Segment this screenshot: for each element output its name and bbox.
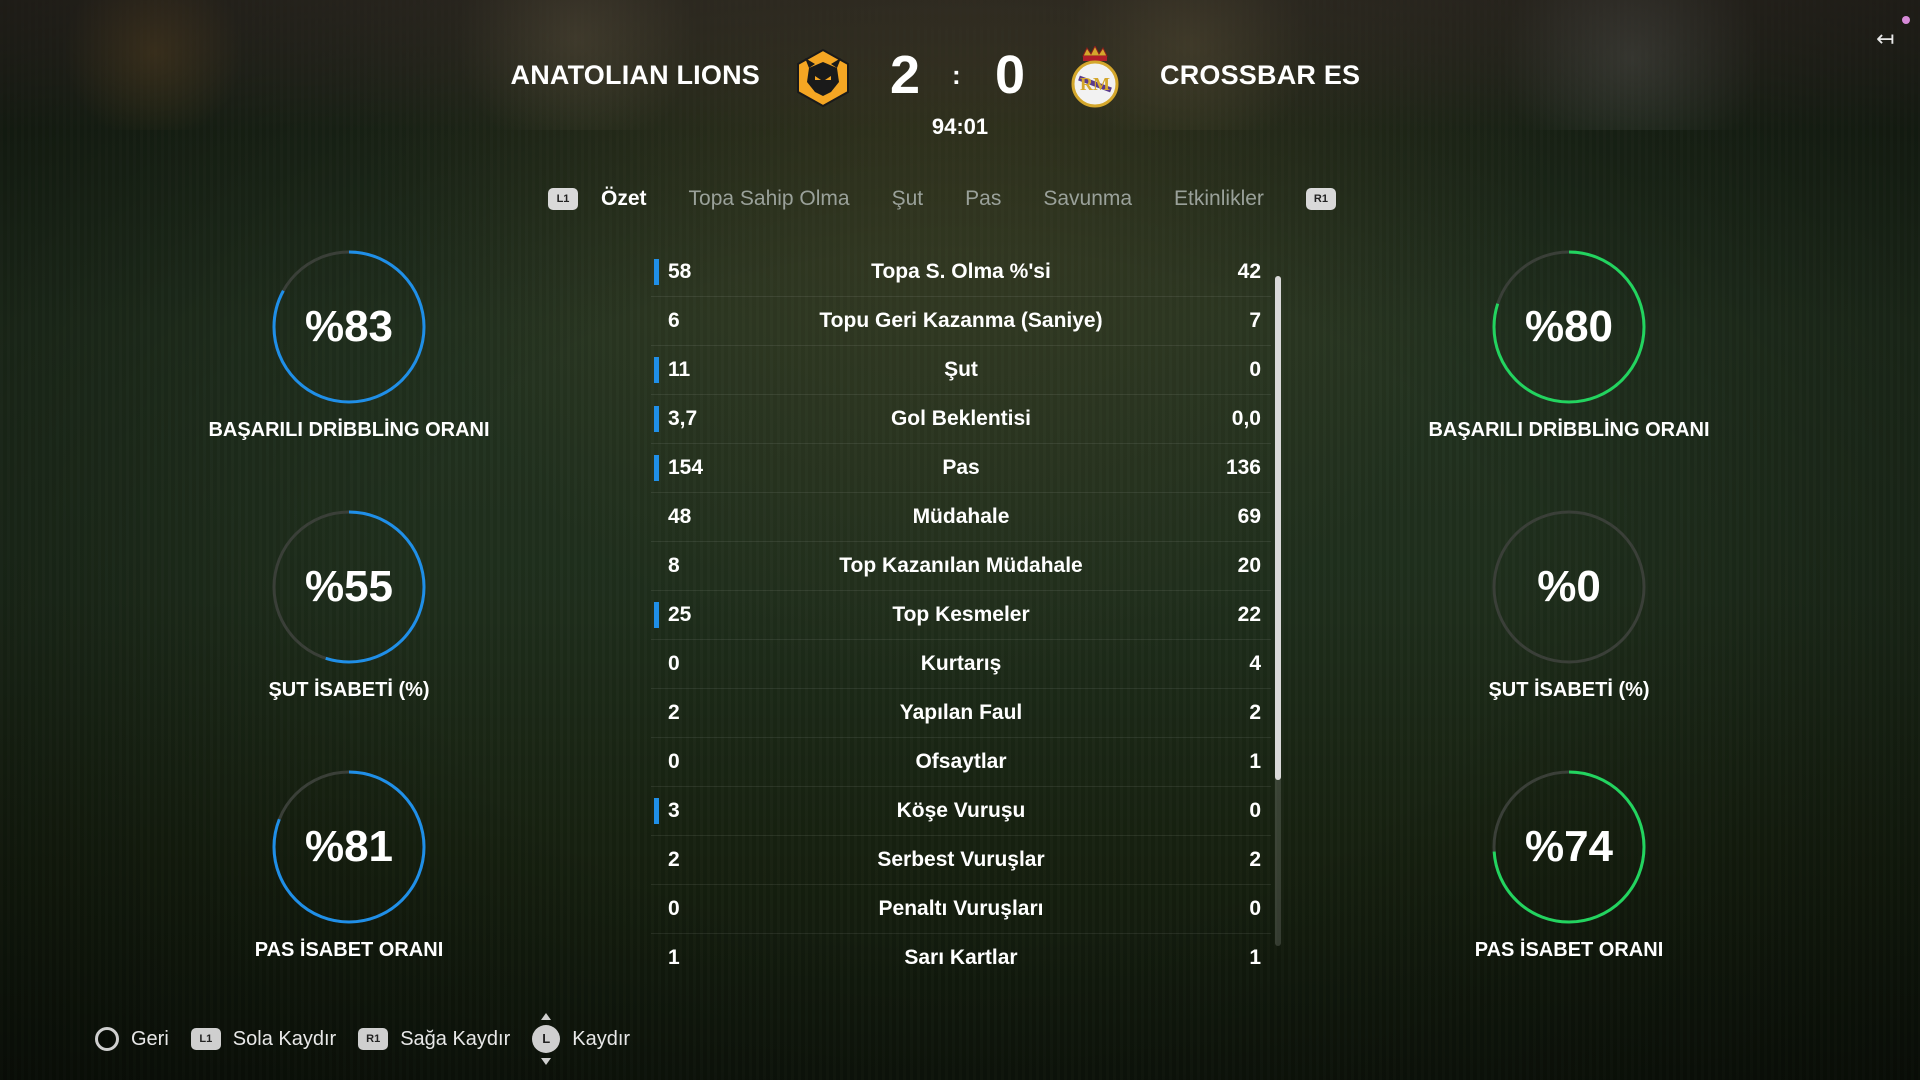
stat-label: Köşe Vuruşu [896, 799, 1026, 822]
notification-dot [1902, 16, 1910, 24]
tab-pas[interactable]: Pas [965, 187, 1001, 211]
home-shot-accuracy-label: ŞUT İSABETİ (%) [268, 679, 430, 701]
away-stat-value: 20 [1237, 554, 1261, 577]
stat-row-tackles: 48 Müdahale 69 [651, 493, 1281, 542]
stat-row-free-kicks: 2 Serbest Vuruşlar 2 [651, 836, 1271, 885]
match-clock: 94:01 [931, 114, 989, 139]
scroll-right-hint[interactable]: R1 Sağa Kaydır [358, 1028, 510, 1051]
tab-ozet[interactable]: Özet [601, 187, 647, 211]
away-pass-accuracy-label: PAS İSABET ORANI [1474, 939, 1664, 961]
away-stat-value: 7 [1249, 309, 1261, 332]
stat-label: Şut [944, 358, 978, 381]
stat-label: Top Kesmeler [892, 603, 1030, 626]
back-label: Geri [131, 1027, 169, 1050]
tab-topa-sahip-olma[interactable]: Topa Sahip Olma [689, 187, 850, 211]
scroll-hint[interactable]: L Kaydır [532, 1013, 631, 1065]
away-stat-value: 69 [1237, 505, 1261, 528]
home-dribbling-label: BAŞARILI DRİBBLİNG ORANI [208, 419, 490, 441]
stat-label: Yapılan Faul [899, 701, 1023, 724]
away-stat-value: 0 [1249, 358, 1261, 381]
away-stat-value: 136 [1225, 456, 1261, 479]
wolf-head-crest-icon [793, 48, 853, 108]
home-shot-accuracy-ring: %55 [269, 507, 429, 667]
left-stick-icon: L [532, 1013, 561, 1065]
button-hints-bar: Geri L1 Sola Kaydır R1 Sağa Kaydır L Kay… [95, 1013, 652, 1065]
stat-row-fouls: 2 Yapılan Faul 2 [651, 689, 1271, 738]
away-stat-value: 4 [1249, 652, 1261, 675]
away-stat-value: 2 [1249, 848, 1261, 871]
l1-shoulder-icon[interactable]: L1 [548, 188, 578, 210]
stat-row-interceptions: 25 Top Kesmeler 22 [651, 591, 1271, 640]
exit-arrow-icon[interactable]: ↤ [1876, 26, 1894, 52]
stats-scrollbar-thumb[interactable] [1275, 276, 1281, 780]
stat-row-passes: 154 Pas 136 [651, 444, 1271, 493]
scroll-left-hint[interactable]: L1 Sola Kaydır [190, 1027, 337, 1051]
home-pass-accuracy-value: %81 [304, 822, 394, 871]
stat-label: Pas [942, 456, 980, 479]
stat-label: Gol Beklentisi [890, 407, 1032, 430]
stat-label: Sarı Kartlar [904, 946, 1018, 969]
stat-row-tackles-won: 8 Top Kazanılan Müdahale 20 [651, 542, 1281, 591]
tab-etkinlikler[interactable]: Etkinlikler [1174, 187, 1264, 211]
circle-button-icon [95, 1027, 119, 1051]
away-score: 0 [995, 45, 1026, 105]
away-stat-value: 2 [1249, 701, 1261, 724]
score-separator: : [952, 60, 961, 90]
stat-row-offsides: 0 Ofsaytlar 1 [651, 738, 1281, 787]
away-stat-value: 1 [1249, 750, 1261, 773]
away-stat-value: 22 [1237, 603, 1261, 626]
stat-row-penalties: 0 Penaltı Vuruşları 0 [651, 885, 1271, 934]
back-hint[interactable]: Geri [95, 1027, 169, 1051]
home-dribbling-value: %83 [304, 302, 394, 351]
stat-label: Ofsaytlar [915, 750, 1007, 773]
stat-row-yellow-cards: 1 Sarı Kartlar 1 [651, 934, 1271, 982]
home-dribbling-ring: %83 [269, 247, 429, 407]
r1-shoulder-icon[interactable]: R1 [1305, 188, 1336, 210]
home-pass-accuracy-label: PAS İSABET ORANI [254, 939, 444, 961]
away-pass-accuracy-ring: %74 [1489, 767, 1649, 927]
stat-label: Kurtarış [920, 652, 1002, 675]
away-shot-accuracy-value: %0 [1537, 562, 1601, 611]
tab-savunma[interactable]: Savunma [1043, 187, 1132, 211]
scroll-right-label: Sağa Kaydır [400, 1027, 511, 1050]
stat-label: Serbest Vuruşlar [877, 848, 1045, 871]
away-stat-value: 0 [1249, 897, 1261, 920]
away-dribbling-label: BAŞARILI DRİBBLİNG ORANI [1428, 419, 1710, 441]
away-stat-value: 1 [1249, 946, 1261, 969]
stats-scrollbar[interactable] [1275, 276, 1281, 946]
l1-button-icon: L1 [190, 1028, 221, 1050]
scroll-label: Kaydır [572, 1027, 631, 1050]
stat-label: Top Kazanılan Müdahale [839, 554, 1083, 577]
home-score: 2 [890, 45, 921, 105]
away-stat-value: 0,0 [1231, 407, 1261, 430]
stat-label: Topu Geri Kazanma (Saniye) [819, 309, 1103, 332]
home-shot-accuracy-value: %55 [304, 562, 394, 611]
svg-text:RM: RM [1080, 74, 1110, 94]
home-pass-accuracy-ring: %81 [269, 767, 429, 927]
crowned-club-crest-icon: RM [1065, 44, 1125, 108]
away-stat-value: 42 [1237, 260, 1261, 283]
stat-row-recovery-time: 6 Topu Geri Kazanma (Saniye) 7 [651, 297, 1281, 346]
away-dribbling-ring: %80 [1489, 247, 1649, 407]
away-pass-accuracy-value: %74 [1524, 822, 1614, 871]
stat-label: Müdahale [912, 505, 1010, 528]
tab-sut[interactable]: Şut [892, 187, 924, 211]
stat-label: Topa S. Olma %'si [871, 260, 1051, 283]
stat-row-saves: 0 Kurtarış 4 [651, 640, 1281, 689]
away-shot-accuracy-ring: %0 [1489, 507, 1649, 667]
match-stats-table[interactable]: 58 Topa S. Olma %'si 42 6 Topu Geri Kazanma… [651, 248, 1281, 982]
stat-row-expected-goals: 3,7 Gol Beklentisi 0,0 [651, 395, 1271, 444]
r1-button-icon: R1 [358, 1028, 389, 1050]
home-team-name: ANATOLIAN LIONS [510, 60, 760, 90]
away-dribbling-value: %80 [1524, 302, 1614, 351]
away-team-name: CROSSBAR ES [1160, 60, 1361, 90]
scroll-left-label: Sola Kaydır [232, 1027, 337, 1050]
stat-row-corners: 3 Köşe Vuruşu 0 [651, 787, 1271, 836]
away-stat-value: 0 [1249, 799, 1261, 822]
stat-row-shots: 11 Şut 0 [651, 346, 1271, 395]
stats-tab-bar: L1 Özet Topa Sahip Olma Şut Pas Savunma … [548, 182, 1336, 216]
stat-row-possession: 58 Topa S. Olma %'si 42 [651, 248, 1271, 297]
stat-label: Penaltı Vuruşları [878, 897, 1044, 920]
away-shot-accuracy-label: ŞUT İSABETİ (%) [1488, 679, 1650, 701]
